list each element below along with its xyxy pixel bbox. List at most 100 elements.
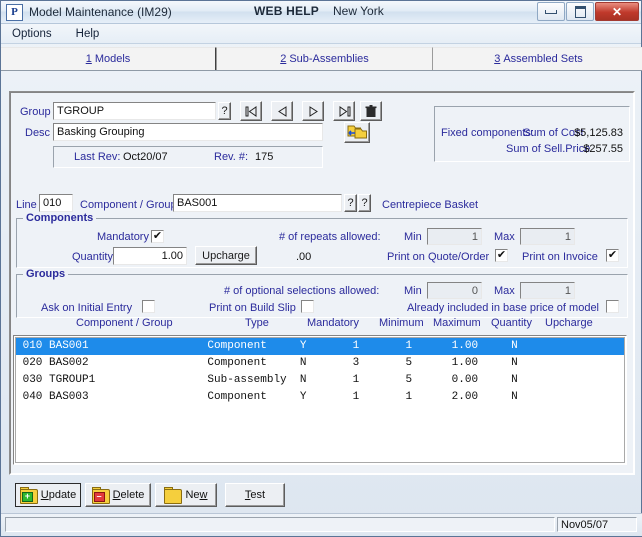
tab-models-label: Models xyxy=(94,53,131,65)
mandatory-checkbox[interactable]: ✔ xyxy=(151,230,164,243)
previous-record-button[interactable] xyxy=(271,101,293,121)
fixed-components-box: Fixed components: Sum of Cost $5,125.83 … xyxy=(434,106,630,162)
last-record-button[interactable] xyxy=(333,101,355,121)
last-rev-value: Oct20/07 xyxy=(123,151,168,163)
first-record-button[interactable] xyxy=(240,101,262,121)
table-row[interactable]: 010 BAS001 Component Y 1 1 1.00 N xyxy=(16,338,624,355)
rev-number-label: Rev. #: xyxy=(214,151,249,163)
update-button[interactable]: + Update xyxy=(15,483,81,507)
ask-initial-entry-checkbox[interactable] xyxy=(142,300,155,313)
upcharge-amount: .00 xyxy=(296,251,312,263)
tab-divider xyxy=(1,70,642,71)
table-row[interactable]: 040 BAS003 Component Y 1 1 2.00 N xyxy=(16,389,624,406)
rev-number-value: 175 xyxy=(255,151,274,163)
window-title: Model Maintenance (IM29) xyxy=(29,5,172,19)
status-bar: Nov05/07 xyxy=(1,513,642,536)
repeats-min-input[interactable] xyxy=(427,228,482,245)
component-group-label: Component / Group xyxy=(80,199,177,211)
maximize-button[interactable] xyxy=(566,2,594,21)
last-rev-label: Last Rev: xyxy=(74,151,121,163)
copy-group-button[interactable] xyxy=(344,122,370,143)
maximize-icon xyxy=(574,5,586,18)
component-description: Centrepiece Basket xyxy=(382,199,478,211)
copy-folders-icon xyxy=(346,124,368,142)
close-button[interactable]: ✕ xyxy=(595,2,639,21)
components-grid-inner: 010 BAS001 Component Y 1 1 1.00 N 020 BA… xyxy=(15,337,625,463)
print-on-quote-label: Print on Quote/Order xyxy=(387,251,490,263)
delete-button-label: Delete xyxy=(112,489,145,501)
test-button[interactable]: Test xyxy=(225,483,285,507)
web-help-link[interactable]: WEB HELP xyxy=(254,4,319,18)
status-date: Nov05/07 xyxy=(557,517,637,532)
groups-group-box: Groups # of optional selections allowed:… xyxy=(16,268,628,318)
desc-input[interactable] xyxy=(53,123,323,141)
table-row-text: 020 BAS002 Component N 3 5 1.00 N xyxy=(16,357,518,369)
new-button[interactable]: New xyxy=(155,483,217,507)
components-grid[interactable]: 010 BAS001 Component Y 1 1 1.00 N 020 BA… xyxy=(13,335,627,465)
line-input[interactable] xyxy=(39,194,73,212)
optional-min-input[interactable] xyxy=(427,282,482,299)
table-row-text: 010 BAS001 Component Y 1 1 1.00 N xyxy=(16,338,624,355)
window-controls: ✕ xyxy=(536,2,639,21)
repeats-max-input[interactable] xyxy=(520,228,575,245)
delete-button[interactable]: – Delete xyxy=(85,483,151,507)
tab-assembled-sets[interactable]: 3 Assembled Sets xyxy=(432,47,642,70)
print-on-invoice-checkbox[interactable]: ✔ xyxy=(606,249,619,262)
repeats-min-label: Min xyxy=(404,231,422,243)
status-message xyxy=(5,517,555,532)
application-window: P Model Maintenance (IM29) WEB HELP New … xyxy=(0,0,642,537)
column-header-mandatory: Mandatory xyxy=(307,317,359,329)
trash-icon xyxy=(365,104,377,117)
mandatory-label: Mandatory xyxy=(97,231,149,243)
print-build-slip-checkbox[interactable] xyxy=(301,300,314,313)
quantity-input[interactable] xyxy=(113,247,187,265)
optional-selections-label: # of optional selections allowed: xyxy=(224,285,380,297)
folder-icon xyxy=(164,486,183,504)
next-record-button[interactable] xyxy=(302,101,324,121)
minimize-button[interactable] xyxy=(537,2,565,21)
optional-max-label: Max xyxy=(494,285,515,297)
test-button-label: Test xyxy=(244,489,266,501)
tab-assembled-sets-accel: 3 xyxy=(494,53,501,65)
base-price-checkbox[interactable] xyxy=(606,300,619,313)
column-header-minimum: Minimum xyxy=(379,317,424,329)
menu-item-help[interactable]: Help xyxy=(73,27,103,41)
last-record-icon xyxy=(339,105,350,117)
desc-label: Desc xyxy=(25,127,51,139)
table-row[interactable]: 020 BAS002 Component N 3 5 1.00 N xyxy=(16,355,624,372)
print-on-quote-checkbox[interactable]: ✔ xyxy=(495,249,508,262)
tab-sub-assemblies[interactable]: 2 Sub-Assemblies xyxy=(216,47,433,70)
column-header-component-group: Component / Group xyxy=(76,317,173,329)
component-lookup-button-1[interactable]: ? xyxy=(344,194,357,212)
menu-item-options[interactable]: Options xyxy=(9,27,55,41)
grid-column-headers: Component / Group Type Mandatory Minimum… xyxy=(13,317,627,333)
column-header-upcharge: Upcharge xyxy=(545,317,593,329)
table-row[interactable]: 030 TGROUP1 Sub-assembly N 1 5 0.00 N xyxy=(16,372,624,389)
title-bar: P Model Maintenance (IM29) WEB HELP New … xyxy=(1,1,641,24)
tab-models[interactable]: 1 Models xyxy=(1,47,216,70)
sum-of-sell-price-label: Sum of Sell.Price xyxy=(506,143,591,155)
print-build-slip-label: Print on Build Slip xyxy=(209,302,296,314)
components-group-title: Components xyxy=(23,212,97,224)
new-button-label: New xyxy=(185,489,208,501)
delete-record-button[interactable] xyxy=(360,101,382,121)
components-table-body: 010 BAS001 Component Y 1 1 1.00 N 020 BA… xyxy=(16,338,624,406)
component-group-input[interactable] xyxy=(173,194,342,212)
minimize-icon xyxy=(545,9,557,14)
optional-min-label: Min xyxy=(404,285,422,297)
repeats-allowed-label: # of repeats allowed: xyxy=(279,231,381,243)
group-input[interactable] xyxy=(53,102,216,120)
revision-box: Last Rev: Oct20/07 Rev. #: 175 xyxy=(53,146,323,168)
previous-record-icon xyxy=(277,105,286,117)
components-group-box: Components Mandatory ✔ Quantity Upcharge… xyxy=(16,212,628,268)
groups-group-title: Groups xyxy=(23,268,69,280)
column-header-quantity: Quantity xyxy=(491,317,532,329)
first-record-icon xyxy=(245,105,256,117)
component-lookup-button-2[interactable]: ? xyxy=(358,194,371,212)
group-lookup-button[interactable]: ? xyxy=(218,102,231,120)
components-table: 010 BAS001 Component Y 1 1 1.00 N 020 BA… xyxy=(16,338,624,406)
upcharge-button[interactable]: Upcharge xyxy=(195,246,257,265)
action-button-bar: + Update – Delete New Test xyxy=(1,479,642,515)
tab-models-accel: 1 xyxy=(85,53,92,65)
optional-max-input[interactable] xyxy=(520,282,575,299)
